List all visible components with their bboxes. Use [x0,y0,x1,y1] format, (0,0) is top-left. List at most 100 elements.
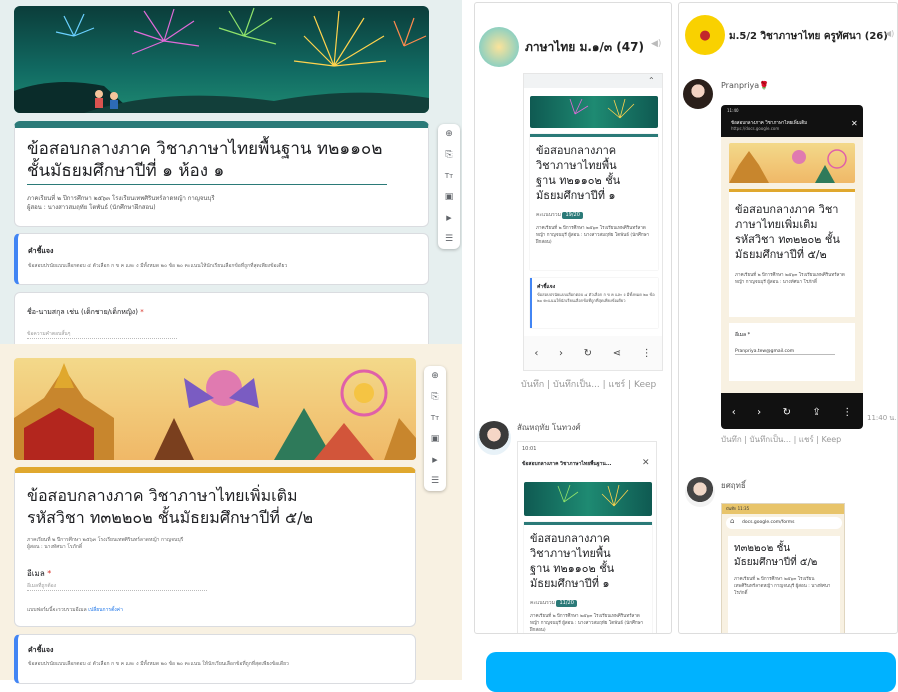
chat-2-sender-1-name: Pranpriya🌹 [721,81,770,90]
chat-2-image-actions[interactable]: บันทึก | บันทึกเป็น... | แชร์ | Keep [721,433,841,446]
chat-2-group-name[interactable]: ม.5/2 วิชาภาษาไทย ครูทัศนา (26) [729,29,888,44]
import-questions-icon[interactable]: ⎘ [429,391,441,403]
phone-1-form-title: ข้อสอบกลางภาค วิชาภาษาไทยพื้น ฐาน ท๒๑๑๐๒… [536,144,621,202]
add-section-icon[interactable]: ☰ [443,233,455,245]
phone-3-email-value: Pranpriya.tew@gmail.com [735,349,835,355]
form-a-side-toolbar: ⊕ ⎘ Tт ▣ ▶ ☰ [438,124,460,249]
phone-4-form-card: ท๓๒๒๐๒ ชั้น มัธยมศึกษาปีที่ ๕/๒ ภาคเรียน… [728,536,840,633]
phone-3-header: ข้อสอบกลางภาค วิชาภาษาไทยเพิ่มเติม [731,121,808,126]
phone-4-address-bar: docs.google.com/forms [726,517,842,529]
phone-2-form-card: ข้อสอบกลางภาค วิชาภาษาไทยพื้น ฐาน ท๒๑๑๐๒… [524,522,652,633]
phone-2-form-title: ข้อสอบกลางภาค วิชาภาษาไทยพื้น ฐาน ท๒๑๑๐๒… [530,532,615,590]
phone-4-form-desc: ภาคเรียนที่ ๒ ปีการศึกษา ๒๕๖๓ โรงเรียนเท… [734,577,831,596]
home-icon[interactable]: ⌂ [730,517,734,525]
forward-icon[interactable]: › [559,348,563,359]
phone-4-form-title: ท๓๒๒๐๒ ชั้น มัธยมศึกษาปีที่ ๕/๒ [734,543,818,568]
form-b-title[interactable]: ข้อสอบกลางภาค วิชาภาษาไทยเพิ่มเติม รหัสว… [27,485,397,529]
phone-3-form-card: ข้อสอบกลางภาค วิชา ภาษาไทยเพิ่มเติม รหัส… [729,189,855,317]
phone-2-header: ข้อสอบกลางภาค วิชาภาษาไทยพื้นฐาน... [522,461,612,467]
chat-1-group-avatar[interactable] [479,27,519,67]
add-video-icon[interactable]: ▶ [443,212,455,224]
phone-2-score: คะแนนรวม 11/20 [530,600,577,607]
reload-icon[interactable]: ↻ [584,348,592,359]
speaker-icon[interactable]: ◀) [885,29,894,38]
phone-1-instruction-card: คำชี้แจง ข้อสอบปรนัยแบบเลือกตอบ ๔ ตัวเลื… [530,278,658,328]
add-question-icon[interactable]: ⊕ [429,370,441,382]
forward-icon[interactable]: › [757,407,761,418]
form-a-title-card: ข้อสอบกลางภาค วิชาภาษาไทยพื้นฐาน ท๒๑๑๐๒ … [14,121,429,227]
chat-1-image-actions[interactable]: บันทึก | บันทึกเป็น... | แชร์ | Keep [521,377,656,391]
add-image-icon[interactable]: ▣ [443,191,455,203]
phone-3-nav-bar: ‹ › ↻ ⇪ ⋮ [721,399,863,425]
import-questions-icon[interactable]: ⎘ [443,149,455,161]
phone-1-nav-bar: ‹ › ↻ ⋖ ⋮ [524,336,662,370]
add-title-icon[interactable]: Tт [443,170,455,182]
chevron-up-icon[interactable]: ⌃ [648,76,655,85]
phone-1-banner [530,96,658,128]
blue-callout-box [486,652,896,692]
form-b-email-label: อีเมล * [27,569,52,578]
close-icon[interactable]: ✕ [851,119,858,128]
phone-4-status: บันทึก 11:35 [722,504,844,514]
form-b-desc-1: ภาคเรียนที่ ๒ ปีการศึกษา ๒๕๖๓ โรงเรียนเท… [27,537,184,543]
share-icon[interactable]: ⇪ [812,407,820,418]
back-icon[interactable]: ‹ [534,348,538,359]
form-a-header-banner [14,6,429,113]
form-a-instruction-title: คำชี้แจง [28,247,54,255]
phone-3-url: https://docs.google.com [731,126,780,131]
add-title-icon[interactable]: Tт [429,412,441,424]
phone-3-banner [729,143,855,183]
phone-3-email-card: อีเมล * Pranpriya.tew@gmail.com [729,323,855,381]
form-a-answer-input[interactable]: ข้อความคำตอบสั้นๆ [27,331,177,339]
chat-2-message-time: 11:40 น. [867,414,897,422]
form-a-instruction-text: ข้อสอบปรนัยแบบเลือกตอบ ๔ ตัวเลือก ก ข ค … [28,263,288,269]
chat-2-group-avatar[interactable]: ● [685,15,725,55]
form-b-header-banner [14,358,416,460]
phone-1-score: คะแนนรวม 19/20 [536,212,583,219]
phone-1-desc: ภาคเรียนที่ ๒ ปีการศึกษา ๒๕๖๓ โรงเรียนเท… [536,226,650,245]
speaker-icon[interactable]: ◀) [651,39,661,49]
chat-1-image-2[interactable]: 10:01 ข้อสอบกลางภาค วิชาภาษาไทยพื้นฐาน..… [517,441,657,633]
form-b-desc-2: ผู้สอน : นางทัศนา โรภักดิ์ [27,544,83,550]
phone-3-email-label: อีเมล * [735,332,751,338]
form-a-instruction-card[interactable]: คำชี้แจง ข้อสอบปรนัยแบบเลือกตอบ ๔ ตัวเลื… [14,233,429,285]
chat-1-group-name[interactable]: ภาษาไทย ม.๑/๓ (47) [525,38,644,57]
form-b-email-input[interactable]: อีเมลที่ถูกต้อง [27,583,207,591]
form-a-title[interactable]: ข้อสอบกลางภาค วิชาภาษาไทยพื้นฐาน ท๒๑๑๐๒ … [27,138,387,185]
address-bar [524,74,662,88]
form-b-instruction-card[interactable]: คำชี้แจง ข้อสอบปรนัยแบบเลือกตอบ ๔ ตัวเลื… [14,634,416,684]
chat-2-screenshot: ● ม.5/2 วิชาภาษาไทย ครูทัศนา (26) ◀) Pra… [678,2,898,634]
chat-2-image-2[interactable]: บันทึก 11:35 docs.google.com/forms ⌂ ท๓๒… [721,503,845,633]
add-section-icon[interactable]: ☰ [429,475,441,487]
chat-2-sender-1-avatar[interactable] [683,79,713,109]
back-icon[interactable]: ‹ [732,407,736,418]
chat-1-image-1[interactable]: ⌃ ข้อสอบกลางภาค วิชาภาษาไทยพื้น ฐาน ท๒๑๑… [523,73,663,371]
form-a-question-card[interactable]: ชื่อ-นามสกุล เช่น (เด็กชาย/เด็กหญิง) * ข… [14,292,429,352]
add-image-icon[interactable]: ▣ [429,433,441,445]
chat-2-image-1[interactable]: 11:40 ข้อสอบกลางภาค วิชาภาษาไทยเพิ่มเติม… [721,105,863,429]
add-question-icon[interactable]: ⊕ [443,128,455,140]
phone-3-form-title: ข้อสอบกลางภาค วิชา ภาษาไทยเพิ่มเติม รหัส… [735,203,840,261]
phone-1-instruction-text: ข้อสอบปรนัยแบบเลือกตอบ ๔ ตัวเลือก ก ข ค … [537,292,655,303]
close-icon[interactable]: ✕ [642,458,650,468]
form-b-title-card: ข้อสอบกลางภาค วิชาภาษาไทยเพิ่มเติม รหัสว… [14,467,416,627]
divider-line [462,0,466,680]
more-icon[interactable]: ⋮ [842,407,852,418]
phone-2-time: 10:01 [522,446,537,452]
chat-1-sender-2-avatar[interactable] [477,421,511,455]
phone-2-banner [524,482,652,516]
phone-2-desc: ภาคเรียนที่ ๒ ปีการศึกษา ๒๕๖๓ โรงเรียนเท… [530,614,644,633]
form-b-screenshot: ข้อสอบกลางภาค วิชาภาษาไทยเพิ่มเติม รหัสว… [0,344,462,684]
form-b-side-toolbar: ⊕ ⎘ Tт ▣ ▶ ☰ [424,366,446,491]
reload-icon[interactable]: ↻ [783,407,791,418]
form-a-desc-1: ภาคเรียนที่ ๒ ปีการศึกษา ๒๕๖๓ โรงเรียนเท… [27,195,215,202]
chat-1-screenshot: ภาษาไทย ม.๑/๓ (47) ◀) ⌃ ข้อสอบกลางภาค วิ… [474,2,672,634]
chat-2-sender-2-avatar[interactable] [685,477,715,507]
change-settings-link[interactable]: เปลี่ยนการตั้งค่า [88,607,123,613]
form-a-question-label: ชื่อ-นามสกุล เช่น (เด็กชาย/เด็กหญิง) * [27,308,144,316]
form-b-email-note: แบบฟอร์มนี้จะรวบรวมอีเมล เปลี่ยนการตั้งค… [27,607,123,613]
more-icon[interactable]: ⋮ [642,348,652,359]
share-icon[interactable]: ⋖ [613,348,621,359]
phone-3-status: 11:40 [727,108,739,113]
add-video-icon[interactable]: ▶ [429,454,441,466]
